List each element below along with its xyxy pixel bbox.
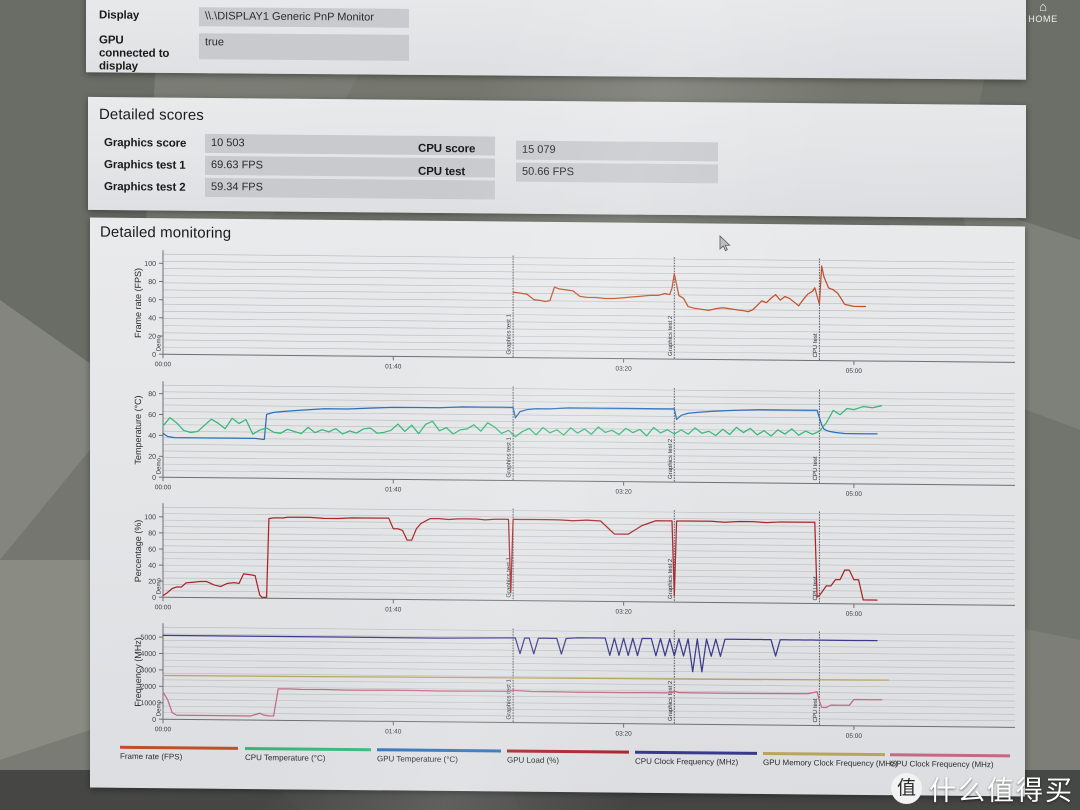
svg-text:40: 40 [148, 563, 156, 570]
svg-text:80: 80 [148, 391, 156, 398]
svg-text:80: 80 [148, 279, 156, 286]
legend-swatch-2 [377, 748, 501, 753]
y-axis-label-percentage: Percentage (%) [133, 519, 143, 583]
svg-text:01:40: 01:40 [385, 486, 402, 493]
svg-text:05:00: 05:00 [846, 491, 863, 498]
svg-text:CPU test: CPU test [813, 698, 819, 722]
legend-label-0: Frame rate (FPS) [120, 751, 183, 762]
legend-item-4: CPU Clock Frequency (MHz) [635, 750, 757, 772]
chart-frame-rate: 0 20 40 60 80 100 00:00 01:40 03:20 05:00 Demo Grap… [115, 246, 1015, 387]
svg-text:60: 60 [148, 412, 156, 419]
svg-text:CPU test: CPU test [813, 333, 819, 357]
svg-text:Graphics test 1: Graphics test 1 [507, 313, 513, 354]
svg-text:100: 100 [144, 514, 156, 521]
y-axis-label-frequency: Frequency (MHz) [133, 637, 143, 707]
legend-label-1: CPU Temperature (°C) [245, 753, 326, 763]
svg-text:01:40: 01:40 [385, 606, 402, 613]
system-info-value-0: \\.\DISPLAY1 Generic PnP Monitor [199, 7, 409, 28]
svg-text:20: 20 [148, 333, 156, 340]
system-info-panel: Display \\.\DISPLAY1 Generic PnP Monitor… [86, 0, 1026, 80]
legend-item-0: Frame rate (FPS) [120, 745, 238, 767]
svg-text:20: 20 [148, 454, 156, 461]
svg-text:03:20: 03:20 [615, 731, 632, 738]
svg-text:03:20: 03:20 [615, 489, 632, 496]
y-axis-label-frame-rate: Frame rate (FPS) [133, 267, 143, 339]
legend-item-3: GPU Load (%) [507, 749, 629, 771]
svg-text:60: 60 [148, 546, 156, 553]
legend-swatch-6 [890, 753, 1010, 758]
svg-text:03:20: 03:20 [615, 366, 632, 373]
svg-text:00:00: 00:00 [155, 484, 172, 491]
svg-text:Graphics test 2: Graphics test 2 [668, 315, 674, 356]
svg-text:20: 20 [148, 579, 156, 586]
graphics-score-label: Graphics score [104, 137, 187, 150]
legend-swatch-3 [507, 749, 629, 754]
graphics-test-2-label: Graphics test 2 [104, 181, 186, 194]
legend-item-5: GPU Memory Clock Frequency (MHz) [763, 751, 898, 773]
system-info-label-0: Display [99, 9, 140, 22]
legend-label-5: GPU Memory Clock Frequency (MHz) [763, 757, 898, 769]
legend-label-4: CPU Clock Frequency (MHz) [635, 756, 739, 767]
svg-text:00:00: 00:00 [155, 604, 172, 611]
y-axis-label-temperature: Temperature (°C) [133, 395, 143, 465]
legend-swatch-1 [245, 747, 371, 752]
cpu-score-label: CPU score [418, 142, 476, 156]
legend-label-3: GPU Load (%) [507, 755, 560, 766]
svg-text:05:00: 05:00 [846, 611, 863, 618]
cpu-test-value: 50.66 FPS [516, 162, 718, 184]
legend-label-6: GPU Clock Frequency (MHz) [890, 759, 994, 770]
cpu-score-value: 15 079 [516, 140, 718, 162]
watermark: 值 什么值得买 [891, 769, 1074, 808]
svg-text:80: 80 [148, 530, 156, 537]
svg-text:Graphics test 2: Graphics test 2 [668, 680, 674, 721]
svg-text:40: 40 [148, 433, 156, 440]
svg-text:Demo: Demo [157, 577, 163, 594]
legend-swatch-0 [120, 745, 238, 750]
svg-text:Demo: Demo [157, 334, 163, 351]
watermark-text: 什么值得买 [929, 776, 1074, 807]
svg-text:Graphics test 1: Graphics test 1 [507, 678, 513, 719]
detailed-monitoring-panel: Detailed monitoring 0 20 40 60 80 100 00:00 01:… [90, 217, 1025, 797]
svg-text:100: 100 [144, 261, 156, 268]
svg-text:Graphics test 1: Graphics test 1 [507, 436, 513, 477]
svg-text:40: 40 [148, 315, 156, 322]
svg-text:60: 60 [148, 297, 156, 304]
detailed-scores-panel: Detailed scores Graphics score 10 503 Gr… [88, 96, 1026, 219]
system-info-value-1: true [199, 33, 409, 61]
graphics-test-2-value: 59.34 FPS [205, 177, 495, 200]
svg-text:00:00: 00:00 [155, 361, 172, 368]
svg-text:05:00: 05:00 [846, 368, 863, 375]
chart-temperature: 0 20 40 60 80 00:00 01:40 03:20 05:00 Demo Graphic… [115, 380, 1015, 509]
svg-text:01:40: 01:40 [385, 728, 402, 735]
svg-text:Demo: Demo [157, 457, 163, 474]
legend-item-1: CPU Temperature (°C) [245, 747, 371, 768]
chart-frequency: 0 1000 2000 3000 4000 5000 00:00 01:40 03:20 05:0… [115, 622, 1015, 753]
legend-item-2: GPU Temperature (°C) [377, 748, 501, 769]
svg-text:01:40: 01:40 [385, 363, 402, 370]
chart-percentage: 0 20 40 60 80 100 00:00 01:40 03:20 05:00 Demo Grap… [115, 502, 1015, 629]
svg-text:0: 0 [152, 595, 156, 602]
svg-text:CPU test: CPU test [813, 456, 819, 480]
system-info-label-1: GPU connected to display [99, 34, 170, 73]
svg-text:0: 0 [152, 475, 156, 482]
svg-text:05:00: 05:00 [846, 733, 863, 740]
svg-text:03:20: 03:20 [615, 609, 632, 616]
legend-swatch-4 [635, 750, 757, 755]
svg-text:00:00: 00:00 [155, 726, 172, 733]
legend-swatch-5 [763, 751, 885, 757]
graphics-test-1-label: Graphics test 1 [104, 159, 186, 172]
svg-text:0: 0 [152, 717, 156, 724]
detailed-scores-title: Detailed scores [99, 106, 204, 124]
svg-text:Graphics test 2: Graphics test 2 [668, 438, 674, 479]
detailed-monitoring-title: Detailed monitoring [100, 223, 232, 242]
watermark-logo: 值 [891, 773, 922, 804]
svg-text:0: 0 [152, 352, 156, 359]
mouse-cursor [719, 235, 731, 252]
cpu-test-label: CPU test [418, 165, 466, 179]
legend-label-2: GPU Temperature (°C) [377, 754, 458, 765]
svg-text:Demo: Demo [157, 699, 163, 716]
